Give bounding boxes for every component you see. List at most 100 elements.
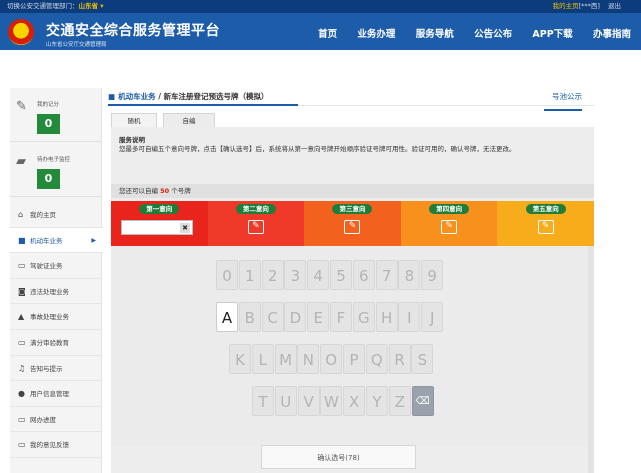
key-5[interactable]: 5 — [330, 260, 352, 290]
plate-input[interactable]: ✖ — [121, 220, 193, 235]
nav-home[interactable]: 首页 — [318, 29, 337, 40]
number-pool-link[interactable]: 号池公示 — [552, 91, 582, 102]
key-e[interactable]: E — [307, 302, 330, 332]
sidebar-menu: ⌂ 我的主页 ■ 机动车业务 ▶ ▭ 驾驶证业务 ◙ 违法处理业务 ▲ 事故处理业务 ▭ 满分审验教育 ♫… — [10, 202, 102, 458]
key-i[interactable]: I — [398, 302, 421, 332]
nav-business[interactable]: 业务办理 — [357, 29, 395, 40]
key-s[interactable]: S — [411, 344, 434, 374]
breadcrumb-module[interactable]: 机动车业务 — [118, 92, 156, 101]
key-g[interactable]: G — [352, 302, 375, 332]
logout-link[interactable]: 退出 — [608, 2, 621, 10]
key-p[interactable]: P — [343, 344, 365, 374]
sidebar-item-5[interactable]: ▭ 满分审验教育 — [10, 330, 102, 356]
my-home-link[interactable]: 我的主页 — [553, 2, 579, 10]
feedback-icon: ▭ — [18, 440, 26, 450]
score-card[interactable]: ✎ 我的记分 0 — [10, 88, 102, 142]
key-d[interactable]: D — [284, 302, 307, 332]
key-h[interactable]: H — [375, 302, 398, 332]
sidebar-item-label: 网办进度 — [30, 415, 56, 424]
key-v[interactable]: V — [297, 386, 320, 416]
sidebar-item-label: 告知与提示 — [30, 364, 63, 373]
key-w[interactable]: W — [320, 386, 343, 416]
scrollbar[interactable] — [588, 246, 594, 473]
key-q[interactable]: Q — [365, 344, 388, 374]
remaining-count: 您还可以自编 50 个号牌 — [111, 184, 594, 198]
my-home-suffix: [***西] — [578, 2, 600, 10]
confirm-button[interactable]: 确认选号(78) — [261, 445, 416, 469]
main-content: ■ 机动车业务 / 新车注册登记预选号牌（模拟） 号池公示 随机 自编 服务说明 … — [108, 88, 594, 473]
key-x[interactable]: X — [343, 386, 366, 416]
key-f[interactable]: F — [330, 302, 352, 332]
key-4[interactable]: 4 — [307, 260, 330, 290]
score-label: 我的记分 — [37, 102, 60, 108]
key-9[interactable]: 9 — [421, 260, 444, 290]
key-6[interactable]: 6 — [352, 260, 375, 290]
sidebar-item-1[interactable]: ■ 机动车业务 ▶ — [10, 227, 102, 254]
sidebar-item-2[interactable]: ▭ 驾驶证业务 — [10, 253, 102, 279]
key-m[interactable]: M — [274, 344, 297, 374]
edit-icon[interactable]: ✎ — [247, 220, 264, 234]
chevron-right-icon: ▶ — [91, 236, 96, 244]
key-c[interactable]: C — [261, 302, 284, 332]
key-8[interactable]: 8 — [398, 260, 421, 290]
chevron-down-icon[interactable]: ▾ — [98, 2, 103, 10]
plate-keyboard: 0 1 2 3 4 5 6 7 8 9 A B C D E F G H I J K L M N O P Q R S T U V W X Y Z ⌫ — [111, 246, 594, 446]
key-0[interactable]: 0 — [216, 260, 238, 290]
backspace-icon[interactable]: ⌫ — [411, 386, 434, 416]
key-u[interactable]: U — [274, 386, 297, 416]
pool-underline — [544, 109, 582, 111]
sidebar-item-3[interactable]: ◙ 违法处理业务 — [10, 279, 102, 305]
province-select[interactable]: 山东省 — [79, 2, 99, 10]
department-switcher[interactable]: 切换公安交通管理部门：山东省 ▾ — [7, 0, 104, 13]
intention-label: 第一意向 — [139, 204, 180, 214]
nav-service-guide[interactable]: 服务导航 — [416, 29, 454, 40]
sidebar-item-9[interactable]: ▭ 我的意见反馈 — [10, 432, 102, 458]
service-notice: 服务说明 您最多可自编五个意向号牌，点击【确认选号】后，系统将从第一意向号牌开始… — [119, 136, 589, 154]
key-r[interactable]: R — [388, 344, 411, 374]
key-o[interactable]: O — [320, 344, 343, 374]
clear-icon[interactable]: ✖ — [180, 223, 190, 233]
sidebar-item-0[interactable]: ⌂ 我的主页 — [10, 202, 102, 228]
key-a[interactable]: A — [216, 302, 238, 332]
intention-label: 第五意向 — [525, 204, 566, 214]
monitor-icon: ▭ — [18, 337, 26, 347]
key-z[interactable]: Z — [388, 386, 411, 416]
sidebar-item-label: 事故处理业务 — [30, 313, 69, 322]
nav-app-download[interactable]: APP下载 — [532, 29, 572, 40]
nav-announcements[interactable]: 公告公布 — [474, 29, 512, 40]
edit-icon[interactable]: ✎ — [344, 220, 361, 234]
edit-icon[interactable]: ✎ — [537, 220, 554, 234]
edit-icon[interactable]: ✎ — [441, 220, 458, 234]
key-b[interactable]: B — [238, 302, 261, 332]
key-j[interactable]: J — [421, 302, 444, 332]
intention-label: 第四意向 — [429, 204, 470, 214]
sidebar-item-6[interactable]: ♫ 告知与提示 — [10, 356, 102, 382]
breadcrumb-page: 新车注册登记预选号牌（模拟） — [163, 92, 269, 101]
key-t[interactable]: T — [252, 386, 274, 416]
intention-slot-2: 第二意向 ✎ — [207, 201, 305, 246]
score-value: 0 — [37, 114, 60, 134]
card-icon: ▭ — [18, 261, 26, 271]
key-k[interactable]: K — [229, 344, 251, 374]
key-3[interactable]: 3 — [284, 260, 307, 290]
sidebar-item-label: 机动车业务 — [30, 236, 63, 245]
sidebar-item-4[interactable]: ▲ 事故处理业务 — [10, 304, 102, 330]
key-7[interactable]: 7 — [375, 260, 398, 290]
user-links: 我的主页[***西] 退出 — [553, 0, 621, 13]
sidebar-item-7[interactable]: ● 用户信息管理 — [10, 381, 102, 407]
score-icon: ✎ — [16, 99, 27, 114]
sidebar-item-8[interactable]: ▭ 网办进度 — [10, 407, 102, 433]
tab-custom[interactable]: 自编 — [163, 113, 215, 127]
intention-slots: 第一意向 ✖ 第二意向 ✎ 第三意向 ✎ 第四意向 ✎ 第五意向 ✎ — [111, 201, 594, 246]
sidebar: ✎ 我的记分 0 ▰ 待办电子监控 0 ⌂ 我的主页 ■ 机动车业务 ▶ ▭ 驾驶证业务 ◙ 违… — [10, 88, 102, 473]
key-l[interactable]: L — [251, 344, 274, 374]
key-2[interactable]: 2 — [261, 260, 284, 290]
monitor-card[interactable]: ▰ 待办电子监控 0 — [10, 143, 102, 197]
key-1[interactable]: 1 — [238, 260, 261, 290]
warning-icon: ▲ — [18, 312, 25, 322]
nav-guide[interactable]: 办事指南 — [593, 29, 631, 40]
notice-body: 您最多可自编五个意向号牌，点击【确认选号】后，系统将从第一意向号牌开始顺序验证号… — [119, 145, 516, 153]
tab-random[interactable]: 随机 — [111, 113, 157, 127]
key-y[interactable]: Y — [366, 386, 388, 416]
key-n[interactable]: N — [297, 344, 320, 374]
